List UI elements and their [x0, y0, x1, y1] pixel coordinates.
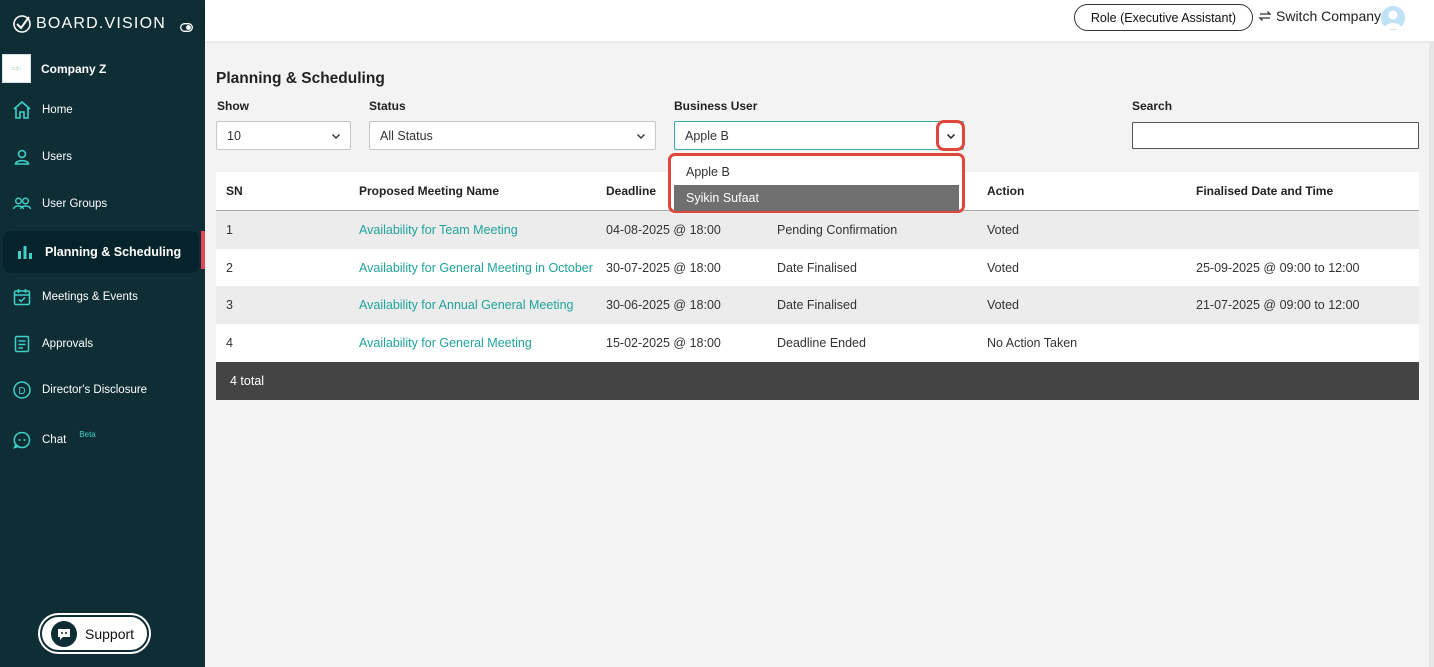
cell-deadline: 15-02-2025 @ 18:00 — [606, 335, 721, 350]
sidebar-item-label: Approvals — [42, 338, 94, 350]
cell-deadline: 30-06-2025 @ 18:00 — [606, 298, 721, 313]
beta-badge: Beta — [79, 429, 96, 439]
company-switcher[interactable]: ▭▷ Company Z — [2, 54, 106, 83]
home-icon — [12, 100, 32, 120]
cell-sn: 1 — [226, 222, 233, 237]
switch-company-button[interactable]: Switch Company — [1258, 8, 1381, 24]
cell-action: Voted — [987, 298, 1019, 313]
sidebar-item-planning-scheduling[interactable]: Planning & Scheduling — [3, 231, 199, 273]
brand-name: BOARD.VISION — [36, 15, 166, 32]
dropdown-option-syikin-sufaat[interactable]: Syikin Sufaat — [674, 185, 959, 211]
user-avatar[interactable] — [1381, 6, 1405, 30]
header-finalised: Finalised Date and Time — [1196, 184, 1334, 198]
page-title: Planning & Scheduling — [216, 70, 385, 87]
support-button[interactable]: Support — [40, 615, 149, 652]
circle-d-icon: D — [12, 380, 32, 400]
meeting-link[interactable]: Availability for Annual General Meeting — [359, 298, 573, 312]
status-value: All Status — [380, 128, 433, 143]
active-indicator — [201, 231, 205, 269]
support-label: Support — [85, 625, 135, 642]
sidebar-item-label: Home — [42, 104, 73, 116]
cell-sn: 2 — [226, 260, 233, 275]
sidebar-item-home[interactable]: Home — [0, 89, 205, 131]
cell-finalised: 21-07-2025 @ 09:00 to 12:00 — [1196, 298, 1360, 313]
chevron-down-icon — [946, 133, 955, 139]
business-user-value: Apple B — [685, 128, 729, 143]
scrollbar[interactable] — [1429, 41, 1434, 667]
status-select[interactable]: All Status — [369, 121, 656, 150]
sidebar-item-label: Chat — [42, 434, 67, 446]
cell-action: No Action Taken — [987, 335, 1078, 350]
business-user-dropdown-toggle[interactable] — [936, 120, 965, 151]
bar-chart-icon — [15, 242, 35, 262]
table-row: 3 Availability for Annual General Meetin… — [216, 286, 1419, 325]
document-icon — [12, 334, 32, 354]
cell-deadline: 04-08-2025 @ 18:00 — [606, 222, 721, 237]
header-sn: SN — [226, 184, 243, 198]
table-row: 1 Availability for Team Meeting 04-08-20… — [216, 211, 1419, 249]
svg-text:D: D — [18, 386, 25, 397]
sidebar-item-directors-disclosure[interactable]: D Director's Disclosure — [0, 369, 205, 411]
cell-deadline: 30-07-2025 @ 18:00 — [606, 260, 721, 275]
cell-status: Date Finalised — [777, 298, 857, 313]
table-body: 1 Availability for Team Meeting 04-08-20… — [216, 211, 1419, 362]
show-label: Show — [217, 99, 249, 113]
cell-finalised: 25-09-2025 @ 09:00 to 12:00 — [1196, 260, 1360, 275]
search-label: Search — [1132, 99, 1173, 113]
chevron-down-icon — [637, 134, 645, 139]
show-value: 10 — [227, 128, 241, 143]
table-row: 2 Availability for General Meeting in Oc… — [216, 248, 1419, 287]
table-row: 4 Availability for General Meeting 15-02… — [216, 324, 1419, 362]
business-user-select[interactable]: Apple B — [674, 121, 964, 150]
role-button[interactable]: Role (Executive Assistant) — [1074, 4, 1253, 31]
sidebar-item-chat[interactable]: Chat Beta — [0, 419, 205, 461]
sidebar-item-label: Director's Disclosure — [42, 384, 148, 396]
total-count: 4 total — [230, 373, 265, 388]
sidebar-item-approvals[interactable]: Approvals — [0, 323, 205, 365]
calendar-icon — [12, 287, 32, 307]
cell-sn: 3 — [226, 298, 233, 313]
chevron-down-icon — [332, 134, 340, 139]
company-logo: ▭▷ — [2, 54, 31, 83]
logo-icon — [13, 15, 31, 33]
header-meeting-name: Proposed Meeting Name — [359, 184, 500, 198]
cell-status: Pending Confirmation — [777, 222, 898, 237]
cell-status: Date Finalised — [777, 260, 857, 275]
dropdown-option-apple-b[interactable]: Apple B — [674, 159, 959, 185]
chat-icon — [12, 430, 32, 450]
sidebar-item-label: Meetings & Events — [42, 291, 138, 303]
show-select[interactable]: 10 — [216, 121, 351, 150]
switch-arrows-icon — [1258, 11, 1272, 21]
table-footer: 4 total — [216, 361, 1419, 400]
user-icon — [12, 147, 32, 167]
meeting-link[interactable]: Availability for General Meeting — [359, 336, 532, 350]
brand-logo[interactable]: BOARD.VISION — [12, 14, 166, 34]
search-input[interactable] — [1132, 122, 1419, 149]
header-deadline: Deadline — [606, 184, 657, 198]
sidebar-item-user-groups[interactable]: User Groups — [0, 183, 205, 225]
top-bar: Role (Executive Assistant) Switch Compan… — [205, 0, 1434, 41]
status-label: Status — [369, 99, 406, 113]
sidebar-item-label: User Groups — [42, 198, 108, 210]
meeting-link[interactable]: Availability for General Meeting in Octo… — [359, 261, 593, 275]
business-user-label: Business User — [674, 99, 758, 113]
cell-status: Deadline Ended — [777, 335, 866, 350]
sidebar-item-label: Users — [42, 151, 73, 163]
support-chat-icon — [51, 620, 77, 647]
company-name: Company Z — [41, 61, 107, 76]
sidebar-item-users[interactable]: Users — [0, 136, 205, 178]
user-group-icon — [12, 194, 32, 214]
business-user-dropdown: Apple B Syikin Sufaat — [668, 153, 965, 213]
switch-company-label: Switch Company — [1276, 8, 1382, 24]
cell-sn: 4 — [226, 335, 233, 350]
sidebar: BOARD.VISION ▭▷ Company Z Home Users Use… — [0, 0, 205, 667]
cell-action: Voted — [987, 222, 1019, 237]
meeting-link[interactable]: Availability for Team Meeting — [359, 223, 518, 237]
sidebar-item-meetings-events[interactable]: Meetings & Events — [0, 276, 205, 318]
header-action: Action — [987, 184, 1025, 198]
cell-action: Voted — [987, 260, 1019, 275]
sidebar-item-label: Planning & Scheduling — [45, 245, 182, 259]
sidebar-toggle-icon[interactable] — [180, 19, 193, 37]
